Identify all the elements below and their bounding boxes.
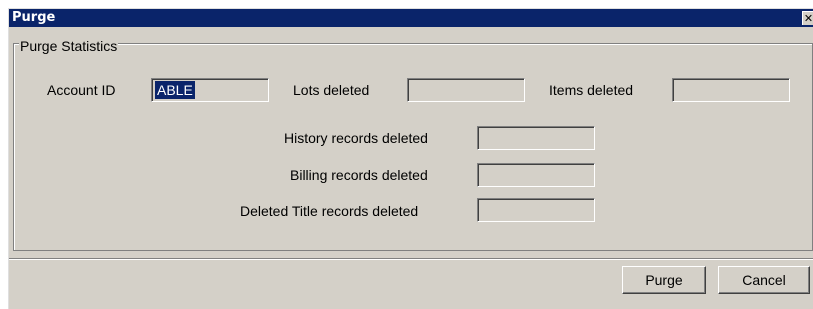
cancel-button[interactable]: Cancel xyxy=(718,266,810,294)
account-id-value: ABLE xyxy=(155,81,195,99)
window-title: Purge xyxy=(12,10,56,25)
close-icon[interactable]: ✕ xyxy=(802,11,813,25)
billing-records-label: Billing records deleted xyxy=(290,167,428,183)
lots-deleted-field[interactable] xyxy=(407,78,525,102)
title-bar[interactable]: Purge ✕ xyxy=(9,9,813,27)
items-deleted-label: Items deleted xyxy=(549,82,634,98)
history-records-field[interactable] xyxy=(477,126,595,150)
account-id-label: Account ID xyxy=(47,82,116,98)
items-deleted-field[interactable] xyxy=(672,78,790,102)
deleted-title-records-label: Deleted Title records deleted xyxy=(240,203,419,219)
history-records-label: History records deleted xyxy=(284,130,428,146)
purge-statistics-group xyxy=(13,43,813,251)
purge-dialog: Purge ✕ Purge Statistics Account ID ABLE… xyxy=(8,8,813,309)
purge-button[interactable]: Purge xyxy=(622,266,706,294)
separator xyxy=(9,258,813,260)
billing-records-field[interactable] xyxy=(477,163,595,187)
deleted-title-records-field[interactable] xyxy=(477,198,595,222)
group-label: Purge Statistics xyxy=(19,38,119,54)
account-id-field[interactable]: ABLE xyxy=(151,78,269,102)
lots-deleted-label: Lots deleted xyxy=(293,82,370,98)
